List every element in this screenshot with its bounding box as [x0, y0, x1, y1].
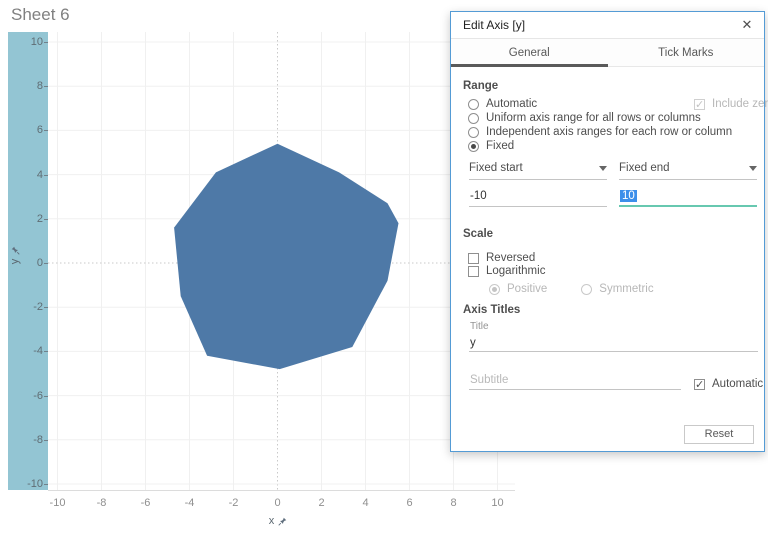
y-tick-mark: [44, 42, 48, 43]
radio-independent[interactable]: Independent axis ranges for each row or …: [468, 125, 732, 139]
y-tick-label: -6: [8, 390, 43, 402]
x-tick-label: -4: [175, 497, 205, 509]
y-tick-mark: [44, 307, 48, 308]
checkbox-icon[interactable]: [694, 379, 705, 390]
subtitle-input[interactable]: Subtitle: [470, 374, 508, 386]
x-tick-label: 6: [395, 497, 425, 509]
radio-uniform-label[interactable]: Uniform axis range for all rows or colum…: [486, 112, 701, 124]
fixed-start-dropdown-underline: [469, 179, 607, 180]
tab-general[interactable]: General: [451, 39, 608, 66]
fixed-end-dropdown[interactable]: Fixed end: [619, 162, 757, 174]
y-axis-title[interactable]: y: [8, 242, 22, 268]
scale-heading: Scale: [463, 228, 493, 240]
fixed-end-dropdown-underline: [619, 179, 757, 180]
axis-titles-heading: Axis Titles: [463, 304, 520, 316]
tab-tick-marks[interactable]: Tick Marks: [608, 39, 765, 66]
include-zero-checkbox: Include zero: [694, 97, 768, 111]
fixed-start-input-underline: [469, 206, 607, 207]
radio-independent-label[interactable]: Independent axis ranges for each row or …: [486, 126, 732, 138]
y-tick-mark: [44, 86, 48, 87]
automatic-checkbox[interactable]: Automatic: [694, 377, 763, 391]
x-tick-label: -2: [219, 497, 249, 509]
radio-icon[interactable]: [468, 141, 479, 152]
radio-automatic-label[interactable]: Automatic: [486, 98, 537, 110]
fixed-start-input[interactable]: -10: [470, 190, 487, 202]
y-tick-label: 8: [8, 80, 43, 92]
pin-icon: [11, 246, 20, 255]
pin-icon: [278, 517, 287, 526]
y-tick-label: 6: [8, 124, 43, 136]
y-tick-mark: [44, 484, 48, 485]
radio-icon: [489, 284, 500, 295]
edit-axis-dialog: Edit Axis [y] ✕ General Tick Marks Range…: [450, 11, 765, 452]
y-tick-label: -2: [8, 301, 43, 313]
logarithmic-label[interactable]: Logarithmic: [486, 265, 545, 277]
dialog-title: Edit Axis [y]: [463, 12, 525, 39]
x-tick-label: -8: [87, 497, 117, 509]
fixed-start-dropdown[interactable]: Fixed start: [469, 162, 607, 174]
dialog-header: Edit Axis [y] ✕: [451, 12, 764, 39]
x-tick-label: 4: [351, 497, 381, 509]
chevron-down-icon[interactable]: [749, 166, 757, 171]
title-input-underline: [469, 351, 758, 352]
fixed-end-label: Fixed end: [619, 162, 670, 174]
fixed-end-focus-underline: [619, 205, 757, 207]
y-tick-label: -4: [8, 345, 43, 357]
log-scale-mode-radios: Positive Symmetric: [489, 282, 654, 296]
x-tick-label: 0: [263, 497, 293, 509]
checkbox-icon[interactable]: [468, 266, 479, 277]
reversed-label[interactable]: Reversed: [486, 252, 535, 264]
x-tick-label: -10: [43, 497, 73, 509]
x-axis-title-label: x: [269, 515, 275, 527]
y-tick-label: 2: [8, 213, 43, 225]
radio-automatic[interactable]: Automatic: [468, 97, 537, 111]
checkbox-icon: [694, 99, 705, 110]
radio-icon[interactable]: [468, 127, 479, 138]
radio-icon: [581, 284, 592, 295]
x-axis-title[interactable]: x: [256, 514, 300, 528]
y-tick-mark: [44, 351, 48, 352]
y-tick-mark: [44, 440, 48, 441]
x-tick-label: 2: [307, 497, 337, 509]
y-tick-mark: [44, 263, 48, 264]
title-field-label: Title: [470, 321, 489, 332]
tableau-window: Sheet 6 1086420-2-4-6-8-10 -10-8-6-4-202…: [0, 0, 768, 534]
radio-uniform[interactable]: Uniform axis range for all rows or colum…: [468, 111, 701, 125]
title-input[interactable]: y: [470, 337, 476, 349]
subtitle-input-underline: [469, 389, 681, 390]
radio-icon[interactable]: [468, 113, 479, 124]
selected-text: 10: [620, 190, 637, 202]
dialog-tabs: General Tick Marks: [451, 39, 764, 67]
close-icon[interactable]: ✕: [738, 16, 756, 34]
chevron-down-icon[interactable]: [599, 166, 607, 171]
y-tick-label: -8: [8, 434, 43, 446]
y-tick-mark: [44, 396, 48, 397]
x-tick-label: -6: [131, 497, 161, 509]
y-tick-mark: [44, 219, 48, 220]
fixed-start-label: Fixed start: [469, 162, 523, 174]
y-tick-label: 4: [8, 169, 43, 181]
checkbox-icon[interactable]: [468, 253, 479, 264]
radio-icon[interactable]: [468, 99, 479, 110]
positive-label: Positive: [507, 283, 547, 295]
range-heading: Range: [463, 80, 498, 92]
polygon-mark[interactable]: [174, 144, 398, 369]
reset-button[interactable]: Reset: [684, 425, 754, 444]
y-tick-label: 10: [8, 36, 43, 48]
y-tick-mark: [44, 130, 48, 131]
y-tick-mark: [44, 175, 48, 176]
y-tick-label: -10: [8, 478, 43, 490]
include-zero-label: Include zero: [712, 98, 768, 110]
fixed-end-input[interactable]: 10: [620, 190, 637, 202]
reversed-checkbox[interactable]: Reversed: [468, 251, 535, 265]
symmetric-label: Symmetric: [599, 283, 653, 295]
automatic-label[interactable]: Automatic: [712, 378, 763, 390]
radio-fixed-label[interactable]: Fixed: [486, 140, 514, 152]
radio-fixed[interactable]: Fixed: [468, 139, 514, 153]
x-tick-label: 10: [483, 497, 513, 509]
y-axis-title-label: y: [9, 259, 21, 265]
x-tick-label: 8: [439, 497, 469, 509]
logarithmic-checkbox[interactable]: Logarithmic: [468, 264, 545, 278]
